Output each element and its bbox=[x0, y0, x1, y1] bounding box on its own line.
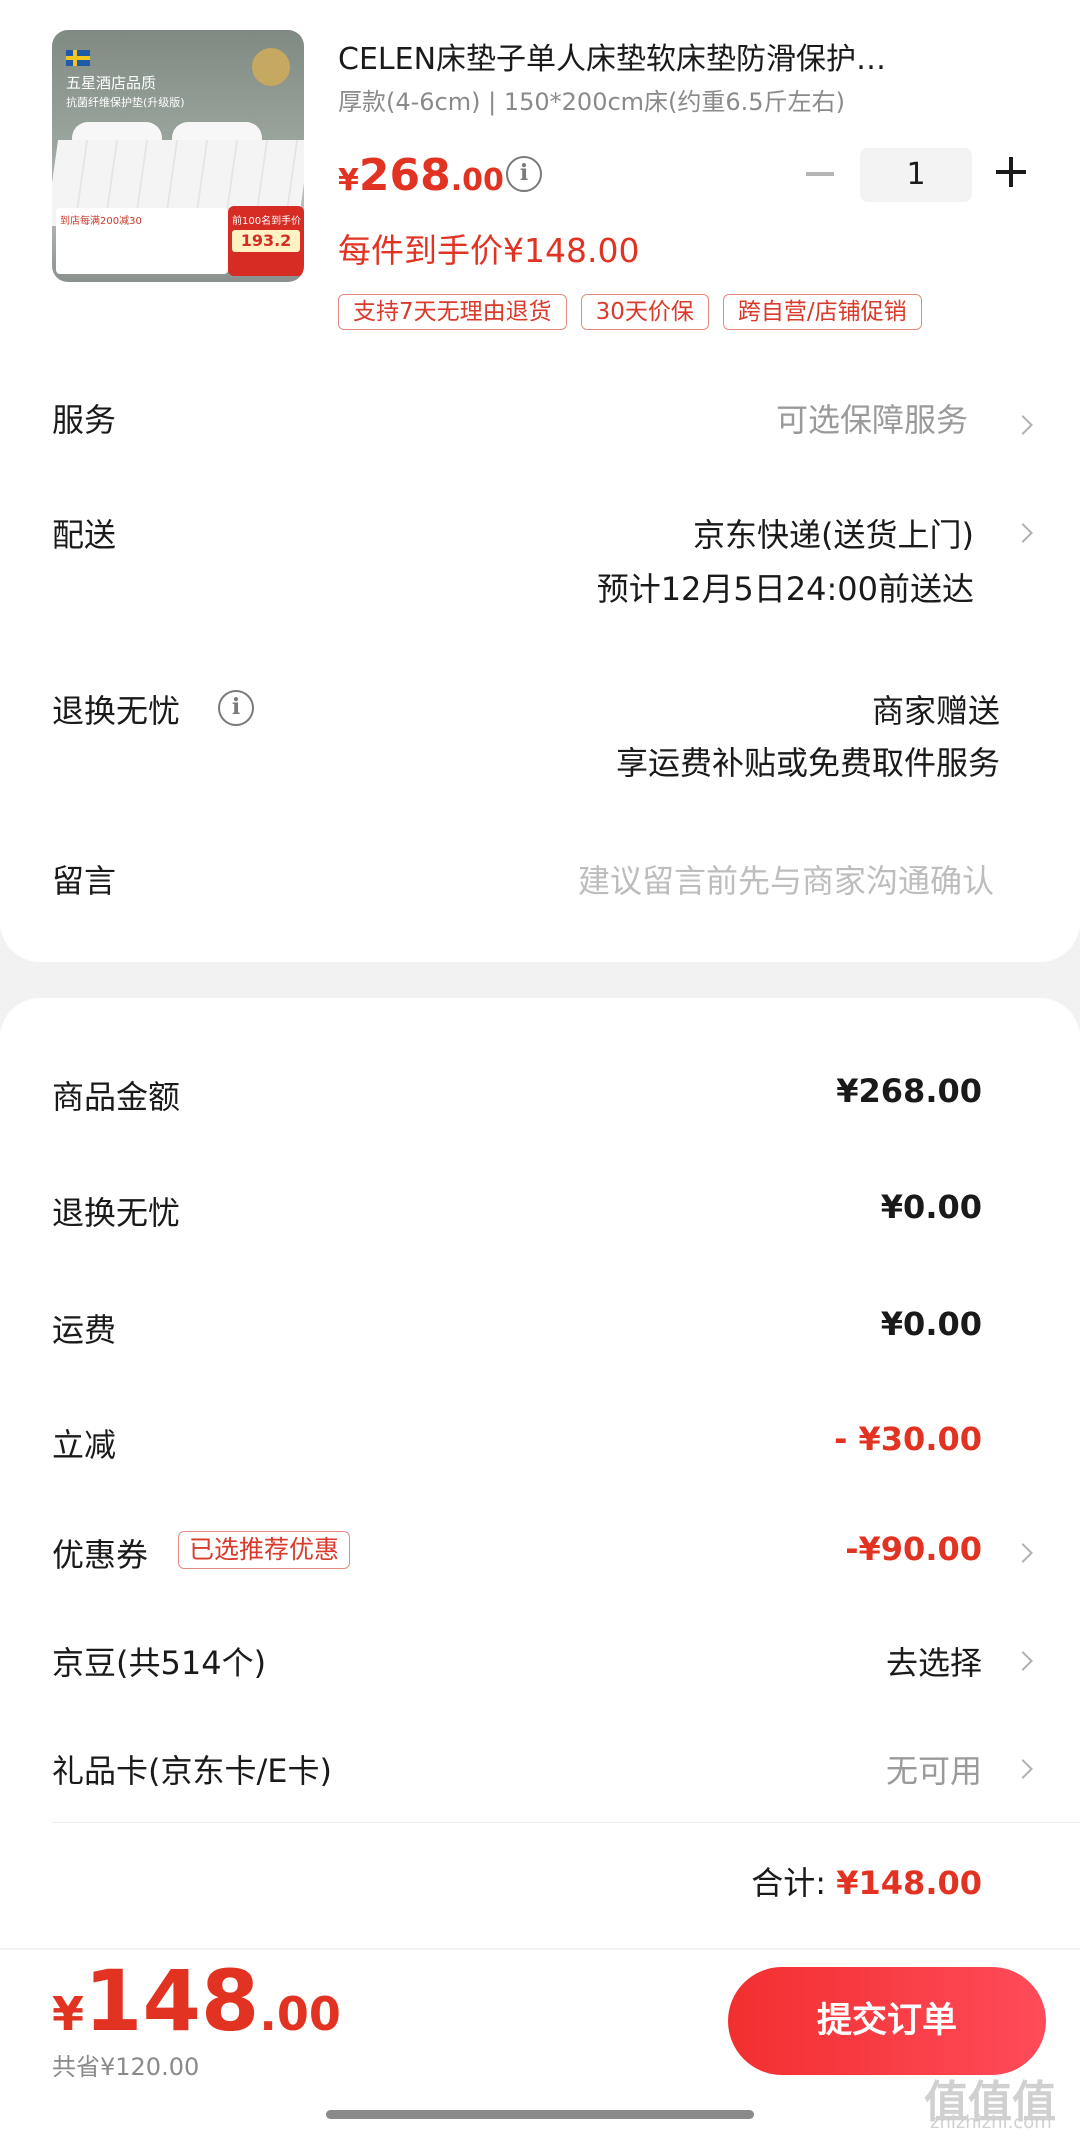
delivery-label: 配送 bbox=[52, 516, 117, 554]
summary-divider bbox=[52, 1822, 1080, 1823]
goods-amount-label: 商品金额 bbox=[52, 1078, 181, 1116]
submit-order-button[interactable]: 提交订单 bbox=[728, 1967, 1046, 2075]
chevron-right-icon[interactable] bbox=[1013, 415, 1033, 435]
goods-amount-value: ¥268.00 bbox=[836, 1072, 982, 1110]
coupon-selected-badge: 已选推荐优惠 bbox=[178, 1531, 351, 1569]
discount-value: - ¥30.00 bbox=[834, 1420, 982, 1458]
chevron-right-icon[interactable] bbox=[1013, 523, 1033, 543]
price-currency: ¥ bbox=[338, 163, 359, 198]
delivery-eta: 预计12月5日24:00前送达 bbox=[596, 570, 974, 608]
pay-amount: ¥148.00 bbox=[52, 1952, 341, 2050]
returns-label: 退换无忧 bbox=[52, 692, 181, 730]
info-icon[interactable]: i bbox=[218, 690, 254, 726]
service-label: 服务 bbox=[52, 401, 117, 439]
order-product-card: 五星酒店品质 抗菌纤维保护垫(升级版) 到店每满200减30 前100名到手价 … bbox=[0, 0, 1080, 962]
coupon-value[interactable]: -¥90.00 bbox=[845, 1530, 982, 1568]
final-unit-price: 每件到手价¥148.00 bbox=[338, 231, 640, 270]
product-title[interactable]: CELEN床垫子单人床垫软床垫防滑保护… bbox=[338, 34, 1008, 78]
tag-promotion: 跨自营/店铺促销 bbox=[722, 294, 922, 330]
tag-return-7days: 支持7天无理由退货 bbox=[338, 294, 567, 330]
returns-fee-label: 退换无忧 bbox=[52, 1194, 181, 1232]
quantity-input[interactable]: 1 bbox=[860, 148, 972, 202]
note-label: 留言 bbox=[52, 862, 117, 900]
product-image[interactable]: 五星酒店品质 抗菌纤维保护垫(升级版) 到店每满200减30 前100名到手价 … bbox=[52, 30, 304, 282]
service-value[interactable]: 可选保障服务 bbox=[776, 395, 968, 441]
service-tags: 支持7天无理由退货 30天价保 跨自营/店铺促销 bbox=[338, 294, 922, 330]
promo-price-label: 前100名到手价 bbox=[232, 216, 302, 227]
lamp-decoration bbox=[252, 48, 290, 86]
quantity-decrease-button[interactable] bbox=[806, 172, 834, 176]
home-indicator[interactable] bbox=[326, 2110, 754, 2119]
flag-icon bbox=[66, 50, 90, 66]
delivery-value[interactable]: 京东快递(送货上门) bbox=[693, 510, 974, 556]
product-spec[interactable]: 厚款(4-6cm) | 150*200cm床(约重6.5斤左右) bbox=[338, 82, 845, 117]
total-label: 合计: bbox=[751, 1864, 827, 1902]
price-integer: 268 bbox=[358, 150, 451, 201]
product-image-text-1: 五星酒店品质 bbox=[66, 74, 157, 92]
total-line: 合计: ¥148.00 bbox=[751, 1858, 982, 1904]
watermark-url: zhizhizhi.com bbox=[930, 2112, 1052, 2133]
promo-price-value: 193.2 bbox=[232, 230, 300, 252]
product-image-text-2: 抗菌纤维保护垫(升级版) bbox=[66, 96, 185, 109]
note-input[interactable]: 建议留言前先与商家沟通确认 bbox=[578, 856, 994, 902]
returns-value: 商家赠送 bbox=[871, 692, 1000, 730]
product-price: ¥268.00 bbox=[338, 150, 504, 201]
pay-decimal: .00 bbox=[259, 1987, 341, 2041]
coupon-label: 优惠券 bbox=[52, 1536, 149, 1574]
giftcard-value[interactable]: 无可用 bbox=[886, 1746, 982, 1792]
total-value: ¥148.00 bbox=[836, 1864, 982, 1902]
pay-currency: ¥ bbox=[52, 1987, 85, 2041]
promo-badge: 到店每满200减30 bbox=[56, 208, 228, 274]
price-decimal: .00 bbox=[450, 163, 504, 198]
quantity-increase-button[interactable] bbox=[996, 157, 1026, 187]
discount-label: 立减 bbox=[52, 1426, 117, 1464]
price-summary-card bbox=[0, 998, 1080, 1948]
tag-price-protect: 30天价保 bbox=[580, 294, 709, 330]
pay-integer: 148 bbox=[84, 1952, 260, 2050]
promo-price-badge: 前100名到手价 193.2 bbox=[228, 206, 304, 276]
jingdou-label: 京豆(共514个) bbox=[52, 1644, 267, 1682]
returns-fee-value: ¥0.00 bbox=[880, 1188, 982, 1226]
shipping-value: ¥0.00 bbox=[880, 1305, 982, 1343]
giftcard-label: 礼品卡(京东卡/E卡) bbox=[52, 1752, 332, 1790]
shipping-label: 运费 bbox=[52, 1311, 117, 1349]
jingdou-value[interactable]: 去选择 bbox=[886, 1638, 982, 1684]
saved-amount: 共省¥120.00 bbox=[52, 2053, 200, 2081]
returns-sub: 享运费补贴或免费取件服务 bbox=[615, 744, 1000, 782]
info-icon[interactable]: i bbox=[506, 156, 542, 192]
